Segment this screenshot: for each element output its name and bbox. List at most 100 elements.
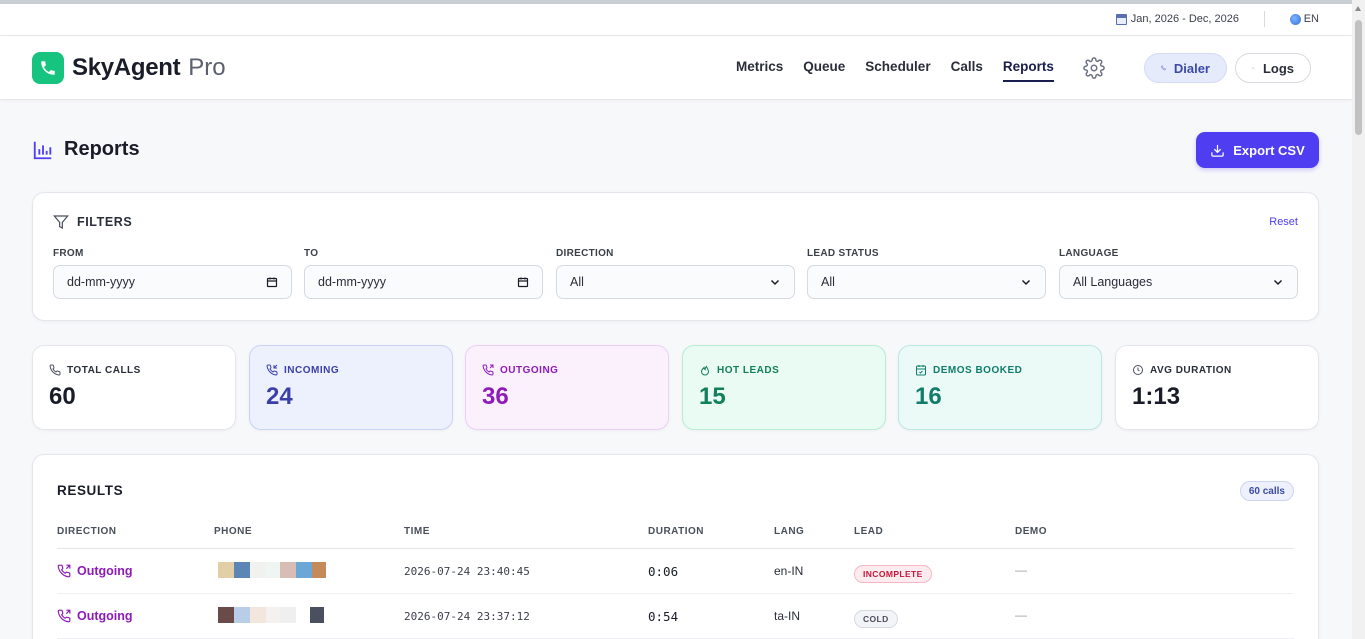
- direction-cell: Outgoing: [57, 609, 133, 623]
- stat-value: 1:13: [1132, 383, 1181, 410]
- chevron-down-icon: [770, 279, 780, 286]
- logs-button[interactable]: Logs: [1235, 53, 1311, 83]
- globe-icon: [1289, 13, 1301, 25]
- redacted-phone: [218, 607, 324, 623]
- column-header[interactable]: DURATION: [648, 526, 704, 537]
- demo-cell: —: [1015, 563, 1027, 577]
- stat-label-text: HOT LEADS: [717, 364, 780, 376]
- column-header[interactable]: TIME: [404, 526, 430, 537]
- chevron-down-icon: [1021, 279, 1031, 286]
- nav-scheduler[interactable]: Scheduler: [865, 59, 930, 82]
- results-panel: RESULTS 60 calls DIRECTION PHONE TIME DU…: [32, 454, 1319, 639]
- stat-value: 36: [482, 383, 509, 410]
- results-title: RESULTS: [57, 483, 124, 498]
- column-header[interactable]: LANG: [774, 526, 804, 537]
- from-label: FROM: [53, 248, 84, 259]
- stat-label-text: DEMOS BOOKED: [933, 364, 1023, 376]
- calendar-icon[interactable]: [517, 276, 529, 288]
- column-header[interactable]: LEAD: [854, 526, 883, 537]
- date-range-text: Jan, 2026 - Dec, 2026: [1130, 13, 1239, 25]
- direction-filter: DIRECTION All: [556, 248, 795, 299]
- export-csv-button[interactable]: Export CSV: [1196, 132, 1319, 168]
- language-selector[interactable]: EN: [1289, 13, 1319, 25]
- time-cell: 2026-07-24 23:37:12: [404, 610, 530, 623]
- date-range-selector[interactable]: Jan, 2026 - Dec, 2026: [1115, 13, 1239, 25]
- lead-status-select[interactable]: All: [807, 265, 1046, 299]
- stat-label-text: OUTGOING: [500, 364, 559, 376]
- main-nav: Metrics Queue Scheduler Calls Reports: [736, 59, 1054, 82]
- scroll-up-arrow[interactable]: [1355, 6, 1361, 11]
- calendar-check-icon: [916, 365, 926, 376]
- phone-icon: [49, 364, 61, 376]
- lead-status-value: All: [821, 275, 835, 289]
- scrollbar-thumb[interactable]: [1355, 20, 1362, 135]
- stat-label-text: INCOMING: [284, 364, 340, 376]
- logs-label: Logs: [1262, 60, 1294, 76]
- filters-panel: FILTERS Reset FROM dd-mm-yyyy TO dd-mm-y…: [32, 192, 1319, 321]
- divider: [1264, 11, 1265, 27]
- stat-label-text: TOTAL CALLS: [67, 364, 141, 376]
- direction-text: Outgoing: [77, 609, 133, 623]
- language-label: LANGUAGE: [1059, 248, 1119, 259]
- stat-value: 24: [266, 383, 293, 410]
- nav-queue[interactable]: Queue: [803, 59, 845, 82]
- dialer-button[interactable]: Dialer: [1144, 53, 1227, 83]
- dialer-label: Dialer: [1173, 60, 1210, 76]
- gear-icon[interactable]: [1083, 57, 1105, 79]
- flame-icon: [700, 365, 710, 376]
- duration-cell: 0:06: [648, 564, 679, 579]
- outgoing-call-icon: [57, 609, 71, 623]
- to-filter: TO dd-mm-yyyy: [304, 248, 543, 299]
- stat-label: TOTAL CALLS: [49, 364, 141, 376]
- stat-outgoing: OUTGOING 36: [465, 345, 669, 430]
- table-header: DIRECTION PHONE TIME DURATION LANG LEAD …: [57, 525, 1294, 549]
- lang-cell: ta-IN: [774, 609, 801, 623]
- column-header[interactable]: DIRECTION: [57, 526, 117, 537]
- outgoing-call-icon: [482, 364, 494, 376]
- from-date-value: dd-mm-yyyy: [67, 275, 136, 289]
- direction-select[interactable]: All: [556, 265, 795, 299]
- stat-label: HOT LEADS: [699, 364, 779, 376]
- terminal-icon: [1252, 67, 1255, 69]
- stat-avg-duration: AVG DURATION 1:13: [1115, 345, 1319, 430]
- time-cell: 2026-07-24 23:40:45: [404, 565, 530, 578]
- direction-cell: Outgoing: [57, 564, 133, 578]
- filter-icon: [53, 215, 69, 229]
- stat-value: 15: [699, 383, 726, 410]
- direction-value: All: [570, 275, 584, 289]
- reset-link[interactable]: Reset: [1269, 216, 1298, 228]
- from-date-input[interactable]: dd-mm-yyyy: [53, 265, 292, 299]
- lang-cell: en-IN: [774, 564, 804, 578]
- nav-reports[interactable]: Reports: [1002, 59, 1054, 82]
- filters-header: FILTERS: [53, 214, 132, 230]
- column-header[interactable]: PHONE: [214, 526, 252, 537]
- filters-title: FILTERS: [77, 215, 133, 229]
- language-select[interactable]: All Languages: [1059, 265, 1298, 299]
- chevron-down-icon: [1273, 279, 1283, 286]
- table-row[interactable]: Outgoing 2026-07-24 23:37:12 0:54 ta-IN …: [57, 594, 1294, 639]
- nav-calls[interactable]: Calls: [951, 59, 983, 82]
- page-scrollbar[interactable]: [1352, 0, 1365, 639]
- direction-label: DIRECTION: [556, 248, 614, 259]
- brand-name: SkyAgent: [72, 54, 181, 81]
- page-title: Reports: [32, 138, 140, 161]
- outgoing-call-icon: [57, 564, 71, 578]
- table-row[interactable]: Outgoing 2026-07-24 23:40:45 0:06 en-IN …: [57, 549, 1294, 594]
- to-date-value: dd-mm-yyyy: [318, 275, 387, 289]
- stat-label: DEMOS BOOKED: [915, 364, 1022, 376]
- language-filter: LANGUAGE All Languages: [1059, 248, 1298, 299]
- lead-status-filter: LEAD STATUS All: [807, 248, 1046, 299]
- calendar-icon[interactable]: [266, 276, 278, 288]
- language-value: All Languages: [1073, 275, 1153, 289]
- to-date-input[interactable]: dd-mm-yyyy: [304, 265, 543, 299]
- brand[interactable]: SkyAgent Pro: [32, 52, 226, 84]
- column-header[interactable]: DEMO: [1015, 526, 1047, 537]
- incoming-call-icon: [266, 364, 278, 376]
- nav-metrics[interactable]: Metrics: [736, 59, 783, 82]
- export-label: Export CSV: [1233, 142, 1305, 158]
- stat-value: 60: [49, 383, 76, 410]
- download-icon: [1211, 144, 1224, 157]
- top-utility-bar: Jan, 2026 - Dec, 2026 EN: [0, 0, 1365, 36]
- stat-total-calls: TOTAL CALLS 60: [32, 345, 236, 430]
- app-header: SkyAgent Pro Metrics Queue Scheduler Cal…: [0, 36, 1352, 100]
